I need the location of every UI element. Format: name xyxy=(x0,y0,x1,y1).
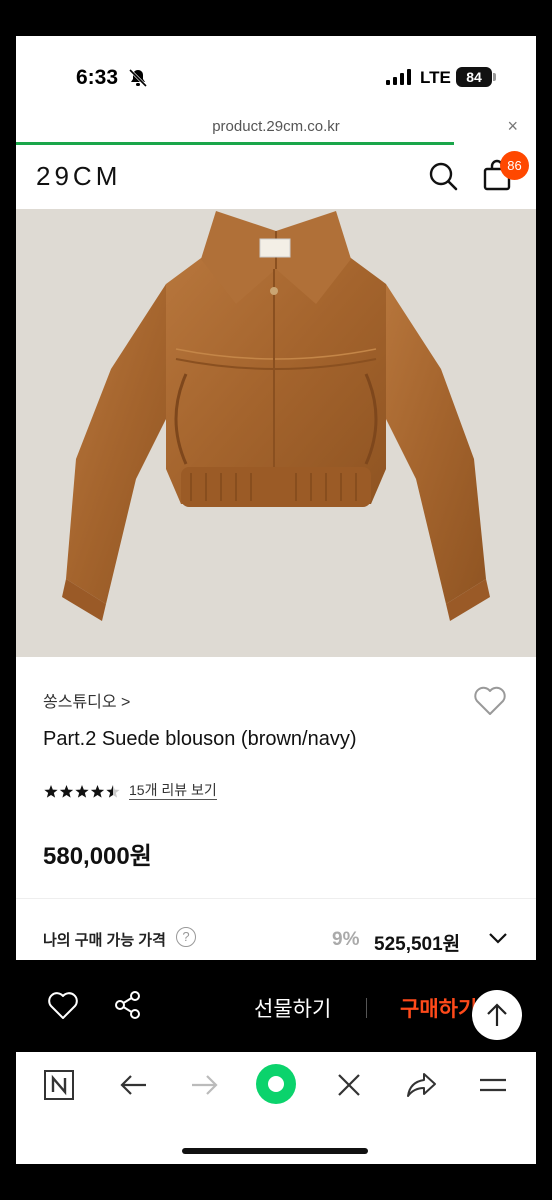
signal-icon xyxy=(386,69,411,85)
my-price-label: 나의 구매 가능 가격 xyxy=(43,932,166,949)
green-home-button[interactable] xyxy=(256,1064,296,1104)
site-logo[interactable]: 29CM xyxy=(36,161,121,192)
close-icon[interactable] xyxy=(332,1068,366,1102)
site-header: 29CM 86 xyxy=(16,145,536,209)
buy-button[interactable]: 구매하기 xyxy=(400,993,477,1023)
menu-icon[interactable] xyxy=(476,1068,510,1102)
chevron-down-icon[interactable] xyxy=(488,931,508,945)
rating-star xyxy=(59,785,74,798)
share-arrow-icon[interactable] xyxy=(404,1068,438,1102)
brand-link[interactable]: 쏭스튜디오 > xyxy=(43,688,130,712)
url-text[interactable]: product.29cm.co.kr xyxy=(16,118,536,135)
home-indicator xyxy=(182,1148,368,1154)
bell-slash-icon xyxy=(128,68,148,88)
gift-button[interactable]: 선물하기 xyxy=(254,993,331,1023)
status-time: 6:33 xyxy=(76,66,119,89)
scroll-top-button[interactable] xyxy=(472,990,522,1040)
divider xyxy=(16,898,536,899)
jacket-illustration xyxy=(62,211,490,621)
arrow-left-icon[interactable] xyxy=(116,1068,150,1102)
review-link[interactable]: 15개 리뷰 보기 xyxy=(129,782,217,800)
rating-star xyxy=(90,785,105,798)
heart-icon[interactable] xyxy=(48,992,78,1020)
browser-toolbar xyxy=(16,1052,536,1164)
heart-icon[interactable] xyxy=(473,686,507,716)
cart-count-badge: 86 xyxy=(500,151,529,180)
battery-tip xyxy=(493,73,496,81)
arrow-right-icon[interactable] xyxy=(188,1068,222,1102)
network-type: LTE xyxy=(420,68,451,87)
separator xyxy=(366,998,367,1018)
share-icon[interactable] xyxy=(114,990,142,1020)
close-icon[interactable]: × xyxy=(507,116,518,137)
arrow-up-icon xyxy=(487,1003,507,1026)
search-icon[interactable] xyxy=(428,161,458,191)
url-bar[interactable]: product.29cm.co.kr × xyxy=(16,116,536,144)
rating-star xyxy=(75,785,89,798)
product-title: Part.2 Suede blouson (brown/navy) xyxy=(43,728,357,750)
help-icon[interactable]: ? xyxy=(176,927,196,947)
status-bar: 6:33 LTE 84 xyxy=(16,36,536,116)
rating-stars xyxy=(44,785,120,798)
purchase-action-bar: 선물하기 구매하기 xyxy=(16,960,536,1052)
naver-n-icon[interactable] xyxy=(42,1068,76,1102)
battery-indicator: 84 xyxy=(456,67,492,87)
discount-rate: 9% xyxy=(332,929,360,950)
final-price: 525,501원 xyxy=(374,934,461,955)
phone-screen: 6:33 LTE 84 product.29cm.co.kr × 29CM 86… xyxy=(16,36,536,1164)
rating-star xyxy=(106,785,120,798)
product-image[interactable] xyxy=(16,209,536,657)
rating-star xyxy=(44,785,58,798)
product-price: 580,000원 xyxy=(43,843,152,870)
